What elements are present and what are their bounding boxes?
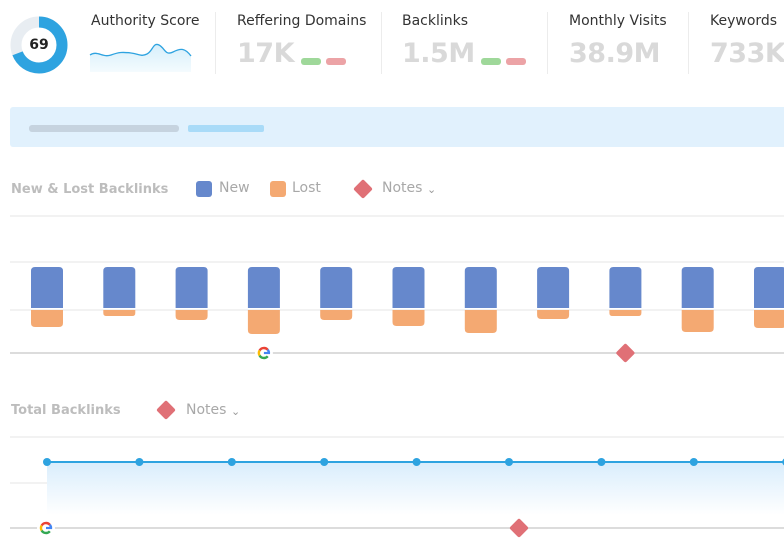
google-update-icon[interactable] [254, 344, 273, 362]
bar-lost[interactable] [681, 310, 714, 332]
bar-new[interactable] [537, 267, 570, 308]
bar-new[interactable] [175, 267, 208, 308]
bar-new[interactable] [681, 267, 714, 308]
bar-new[interactable] [464, 267, 497, 308]
google-icon-arc [39, 524, 43, 532]
data-point[interactable] [227, 458, 236, 466]
bar-new[interactable] [320, 267, 353, 308]
bar-lost[interactable] [175, 310, 208, 320]
data-point[interactable] [689, 458, 698, 466]
bar-new[interactable] [31, 267, 63, 308]
backlinks-dashboard: 69 Authority Score Reffering Domains 17K… [0, 0, 784, 545]
google-icon-arc [257, 349, 261, 357]
data-point[interactable] [43, 458, 51, 466]
bar-new[interactable] [754, 267, 784, 308]
data-point[interactable] [412, 458, 421, 466]
bar-new[interactable] [392, 267, 425, 308]
data-point[interactable] [135, 458, 144, 466]
bar-lost[interactable] [31, 310, 63, 327]
data-point[interactable] [320, 458, 329, 466]
bar-lost[interactable] [103, 310, 136, 316]
google-update-icon[interactable] [37, 519, 55, 537]
data-point[interactable] [597, 458, 606, 466]
new-lost-bar-chart [10, 215, 784, 363]
bar-lost[interactable] [392, 310, 425, 326]
bar-lost[interactable] [537, 310, 570, 319]
total-backlinks-line-chart [10, 436, 784, 538]
bar-lost[interactable] [320, 310, 353, 320]
bar-new[interactable] [247, 267, 280, 308]
note-marker[interactable] [509, 518, 529, 538]
bar-new[interactable] [609, 267, 642, 308]
bar-lost[interactable] [609, 310, 642, 316]
note-marker[interactable] [616, 343, 636, 363]
charts-canvas [10, 215, 784, 538]
bar-lost[interactable] [464, 310, 497, 333]
bar-lost[interactable] [754, 310, 784, 328]
data-point[interactable] [505, 458, 513, 466]
bar-new[interactable] [103, 267, 136, 308]
bar-lost[interactable] [247, 310, 280, 334]
area-fill [47, 462, 784, 515]
